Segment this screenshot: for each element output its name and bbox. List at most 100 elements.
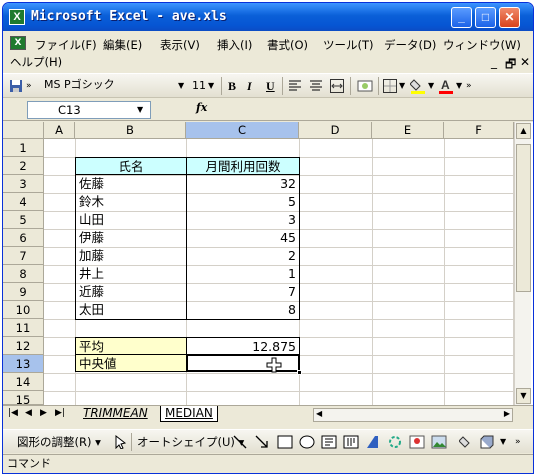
arrow-tool-icon[interactable] (255, 433, 269, 451)
borders-icon[interactable] (383, 77, 397, 95)
draw-menu-button[interactable]: 図形の調整(R) ▾ (17, 433, 101, 451)
select-pointer-icon[interactable] (115, 433, 127, 451)
doc-minimize-button[interactable]: _ (491, 55, 497, 69)
column-header-e[interactable]: E (372, 122, 444, 139)
menu-window[interactable]: ウィンドウ(W) (443, 37, 521, 53)
font-color-dropdown-icon[interactable]: ▼ (456, 77, 462, 95)
title-bar[interactable]: X Microsoft Excel - ave.xls _ □ ✕ (3, 3, 533, 31)
cell-c12[interactable]: 12.875 (186, 337, 300, 355)
row-header-1[interactable]: 1 (3, 139, 44, 157)
workbook-icon[interactable]: X (10, 36, 26, 50)
autoshape-menu-button[interactable]: オートシェイプ(U) ▾ (137, 433, 244, 451)
cell-c2[interactable]: 月間利用回数 (186, 157, 300, 175)
select-all-corner[interactable] (3, 122, 44, 139)
font-size-dropdown-icon[interactable]: ▼ (208, 77, 214, 95)
clipart-icon[interactable] (409, 433, 425, 451)
name-box[interactable]: C13 (27, 101, 151, 119)
maximize-button[interactable]: □ (475, 7, 496, 28)
column-header-a[interactable]: A (44, 122, 75, 139)
close-button[interactable]: ✕ (499, 7, 520, 28)
cell-b9[interactable]: 近藤 (76, 283, 186, 301)
toolbar-options-chevron-icon[interactable]: » (26, 77, 32, 95)
prev-sheet-icon[interactable]: ◀ (25, 408, 32, 418)
scroll-thumb[interactable] (516, 144, 531, 292)
insert-picture-icon[interactable] (431, 433, 447, 451)
fill-handle[interactable] (297, 370, 302, 375)
align-left-icon[interactable] (288, 77, 302, 95)
cell-c3[interactable]: 32 (187, 175, 299, 193)
cell-b12[interactable]: 平均 (75, 337, 187, 355)
cell-b5[interactable]: 山田 (76, 211, 186, 229)
cell-b6[interactable]: 伊藤 (76, 229, 186, 247)
cell-c9[interactable]: 7 (187, 283, 299, 301)
cell-b2[interactable]: 氏名 (75, 157, 187, 175)
cell-c8[interactable]: 1 (187, 265, 299, 283)
font-color-icon[interactable]: A (438, 77, 454, 95)
cell-b3[interactable]: 佐藤 (76, 175, 186, 193)
row-header-5[interactable]: 5 (3, 211, 44, 229)
cell-b10[interactable]: 太田 (76, 301, 186, 319)
horizontal-scrollbar[interactable]: ◀ ▶ (313, 408, 513, 422)
vertical-scrollbar[interactable]: ▲ ▼ (514, 122, 531, 405)
diagram-icon[interactable] (387, 433, 403, 451)
first-sheet-icon[interactable]: |◀ (8, 408, 18, 418)
save-icon[interactable] (9, 77, 23, 95)
fill-color-draw-icon[interactable] (458, 433, 475, 451)
cell-c13-active[interactable] (186, 354, 300, 372)
name-box-dropdown-icon[interactable]: ▼ (137, 105, 143, 114)
scroll-up-icon[interactable]: ▲ (516, 123, 531, 139)
wordart-icon[interactable] (365, 433, 381, 451)
underline-button[interactable]: U (266, 77, 275, 95)
row-header-11[interactable]: 11 (3, 319, 44, 337)
row-header-4[interactable]: 4 (3, 193, 44, 211)
shadow-3d-icon[interactable] (479, 433, 495, 451)
shadow-dropdown-icon[interactable]: ▼ (500, 433, 506, 451)
oval-tool-icon[interactable] (299, 433, 315, 451)
next-sheet-icon[interactable]: ▶ (40, 408, 47, 418)
column-header-d[interactable]: D (299, 122, 372, 139)
toolbar-options-chevron-icon[interactable]: » (466, 77, 472, 95)
bold-button[interactable]: B (228, 77, 236, 95)
excel-app-icon[interactable]: X (9, 9, 25, 25)
row-header-15[interactable]: 15 (3, 391, 44, 407)
cell-b7[interactable]: 加藤 (76, 247, 186, 265)
line-tool-icon[interactable] (233, 433, 247, 451)
menu-file[interactable]: ファイル(F) (35, 37, 97, 53)
cell-b4[interactable]: 鈴木 (76, 193, 186, 211)
cell-b8[interactable]: 井上 (76, 265, 186, 283)
row-header-10[interactable]: 10 (3, 301, 44, 319)
fill-color-icon[interactable] (409, 77, 426, 95)
insert-function-icon[interactable]: fx (196, 101, 207, 114)
scroll-right-icon[interactable]: ▶ (504, 409, 510, 418)
vertical-textbox-icon[interactable] (343, 433, 359, 451)
row-header-7[interactable]: 7 (3, 247, 44, 265)
font-name-dropdown-icon[interactable]: ▼ (178, 77, 184, 95)
cell-c10[interactable]: 8 (187, 301, 299, 319)
borders-dropdown-icon[interactable]: ▼ (399, 77, 405, 95)
cell-c5[interactable]: 3 (187, 211, 299, 229)
row-header-8[interactable]: 8 (3, 265, 44, 283)
menu-data[interactable]: データ(D) (384, 37, 436, 53)
row-header-13[interactable]: 13 (3, 355, 44, 373)
menu-edit[interactable]: 編集(E) (103, 37, 142, 53)
menu-format[interactable]: 書式(O) (267, 37, 308, 53)
rectangle-tool-icon[interactable] (277, 433, 293, 451)
align-center-icon[interactable] (309, 77, 323, 95)
last-sheet-icon[interactable]: ▶| (55, 408, 65, 418)
row-header-12[interactable]: 12 (3, 337, 44, 355)
toolbar-options-chevron-icon[interactable]: » (515, 433, 521, 451)
scroll-left-icon[interactable]: ◀ (316, 409, 322, 418)
scroll-down-icon[interactable]: ▼ (516, 388, 531, 404)
tab-median[interactable]: MEDIAN (160, 406, 218, 422)
font-name-box[interactable]: MS Pゴシック (41, 77, 141, 95)
row-header-2[interactable]: 2 (3, 157, 44, 175)
minimize-button[interactable]: _ (451, 7, 472, 28)
column-header-c[interactable]: C (186, 122, 299, 139)
cell-c7[interactable]: 2 (187, 247, 299, 265)
font-size-value[interactable]: 11 (192, 77, 206, 95)
tab-trimmean[interactable]: TRIMMEAN (79, 406, 152, 422)
merge-center-icon[interactable] (330, 77, 344, 95)
cell-c6[interactable]: 45 (187, 229, 299, 247)
menu-view[interactable]: 表示(V) (160, 37, 200, 53)
row-header-9[interactable]: 9 (3, 283, 44, 301)
